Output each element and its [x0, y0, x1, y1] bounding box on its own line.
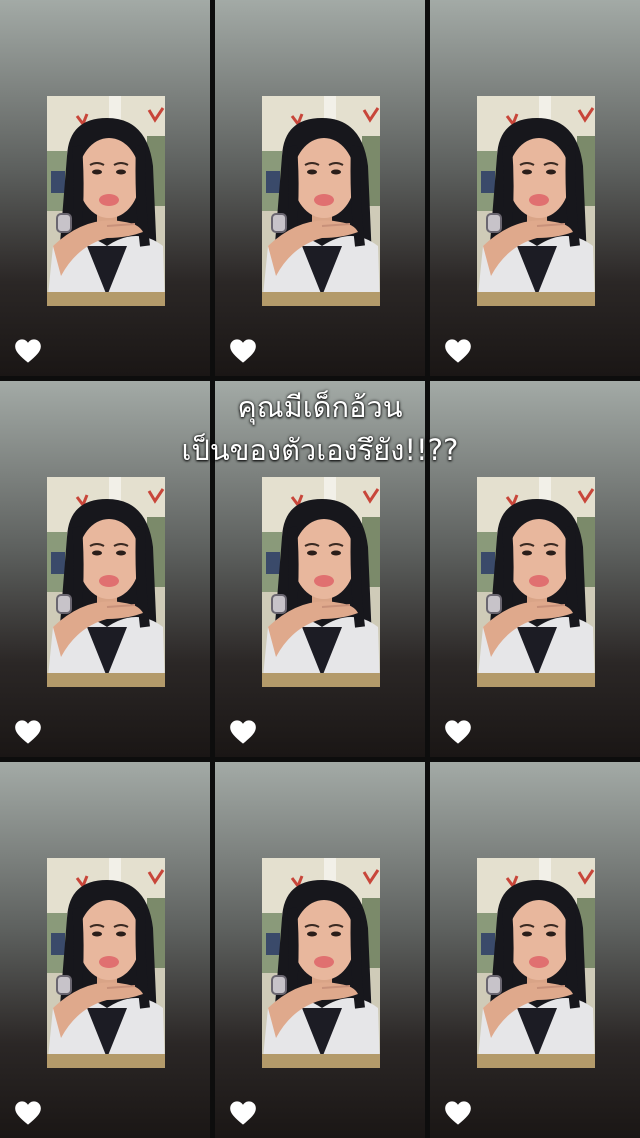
girl-selfie-photo	[262, 858, 380, 1068]
heart-icon[interactable]	[444, 338, 472, 364]
photo-tile[interactable]	[430, 762, 640, 1138]
heart-icon[interactable]	[229, 338, 257, 364]
photo-tile[interactable]	[215, 762, 425, 1138]
photo-tile[interactable]	[0, 0, 210, 376]
caption-line-1: คุณมีเด็กอ้วน	[237, 390, 403, 424]
girl-selfie-photo	[47, 96, 165, 306]
photo-tile[interactable]	[0, 762, 210, 1138]
heart-icon[interactable]	[229, 719, 257, 745]
heart-icon[interactable]	[444, 719, 472, 745]
girl-selfie-photo	[477, 96, 595, 306]
photo-tile[interactable]	[215, 0, 425, 376]
girl-selfie-photo	[47, 858, 165, 1068]
girl-selfie-photo	[47, 477, 165, 687]
girl-selfie-photo	[262, 96, 380, 306]
girl-selfie-photo	[477, 858, 595, 1068]
heart-icon[interactable]	[444, 1100, 472, 1126]
heart-icon[interactable]	[14, 338, 42, 364]
heart-icon[interactable]	[14, 1100, 42, 1126]
caption-line-2: เป็นของตัวเองรึยัง!!??	[181, 433, 459, 467]
photo-tile[interactable]	[430, 0, 640, 376]
girl-selfie-photo	[477, 477, 595, 687]
heart-icon[interactable]	[14, 719, 42, 745]
girl-selfie-photo	[262, 477, 380, 687]
heart-icon[interactable]	[229, 1100, 257, 1126]
caption-overlay: คุณมีเด็กอ้วน เป็นของตัวเองรึยัง!!??	[0, 386, 640, 472]
photo-grid	[0, 0, 640, 1138]
